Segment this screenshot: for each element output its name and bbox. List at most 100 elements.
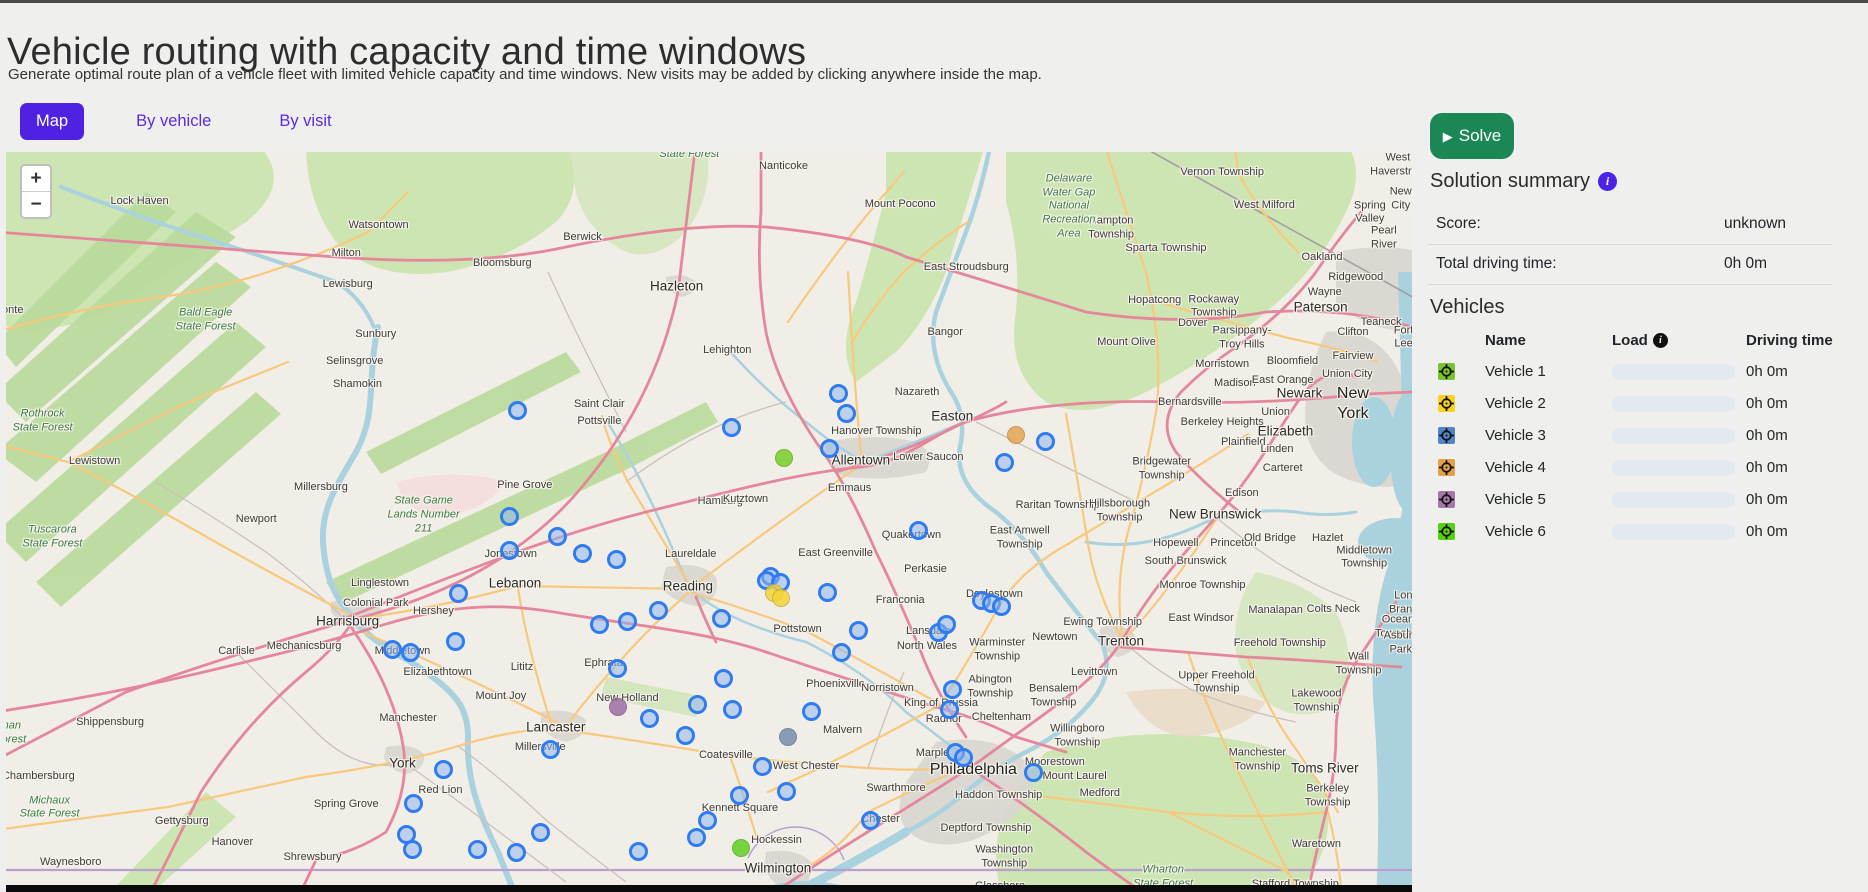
visit-marker[interactable]: [541, 740, 560, 759]
total-driving-time-label: Total driving time:: [1436, 255, 1557, 273]
visit-marker[interactable]: [909, 521, 928, 540]
visit-marker[interactable]: [722, 418, 741, 437]
vehicles-title: Vehicles: [1430, 296, 1505, 319]
visit-marker[interactable]: [676, 726, 695, 745]
tab-by-vehicle[interactable]: By vehicle: [120, 103, 227, 140]
visit-marker[interactable]: [992, 597, 1011, 616]
vehicle-name: Vehicle 3: [1485, 427, 1546, 444]
vehicle-crosshair-icon: [1438, 395, 1455, 412]
visit-marker[interactable]: [548, 527, 567, 546]
visit-marker[interactable]: [777, 782, 796, 801]
visit-marker[interactable]: [434, 760, 453, 779]
visit-marker[interactable]: [820, 439, 839, 458]
tab-map[interactable]: Map: [20, 103, 84, 140]
vehicle-row: Vehicle 4 0h 0m: [1428, 452, 1838, 484]
solve-button[interactable]: ▶ Solve: [1430, 113, 1514, 159]
visit-marker[interactable]: [618, 612, 637, 631]
visit-marker[interactable]: [723, 700, 742, 719]
visit-marker[interactable]: [730, 786, 749, 805]
col-name: Name: [1485, 332, 1526, 349]
visit-marker[interactable]: [818, 583, 837, 602]
vehicle-row: Vehicle 1 0h 0m: [1428, 356, 1838, 388]
visit-marker[interactable]: [507, 843, 526, 862]
visit-marker[interactable]: [940, 700, 959, 719]
window-top-edge: [0, 0, 1868, 3]
visit-marker[interactable]: [640, 709, 659, 728]
info-icon[interactable]: i: [1598, 172, 1617, 191]
col-load: Loadi: [1612, 332, 1668, 349]
map-canvas[interactable]: Lock HavenWatsontownMiltonLewisburgBloom…: [6, 152, 1412, 892]
visit-marker[interactable]: [832, 643, 851, 662]
zoom-in-button[interactable]: +: [22, 166, 50, 192]
visit-marker[interactable]: [508, 401, 527, 420]
vehicle-driving-time: 0h 0m: [1746, 491, 1788, 508]
vehicle-home-marker[interactable]: [732, 839, 750, 857]
visit-marker[interactable]: [1036, 432, 1055, 451]
vehicle-load-bar: [1612, 364, 1735, 380]
vehicle-load-bar: [1612, 428, 1735, 444]
vehicle-driving-time: 0h 0m: [1746, 395, 1788, 412]
vehicle-load-bar: [1612, 460, 1735, 476]
visit-marker[interactable]: [837, 404, 856, 423]
vehicle-crosshair-icon: [1438, 491, 1455, 508]
visit-marker[interactable]: [573, 544, 592, 563]
visit-marker[interactable]: [629, 842, 648, 861]
vehicle-crosshair-icon: [1438, 427, 1455, 444]
score-value: unknown: [1724, 215, 1786, 233]
visit-marker[interactable]: [590, 615, 609, 634]
visit-marker[interactable]: [943, 680, 962, 699]
visit-marker[interactable]: [687, 828, 706, 847]
vehicle-row: Vehicle 2 0h 0m: [1428, 388, 1838, 420]
tab-by-visit[interactable]: By visit: [263, 103, 347, 140]
play-icon: ▶: [1443, 130, 1453, 143]
visit-marker[interactable]: [608, 659, 627, 678]
vehicle-home-marker[interactable]: [772, 589, 790, 607]
visit-marker[interactable]: [401, 643, 420, 662]
visit-marker[interactable]: [688, 695, 707, 714]
vehicle-crosshair-icon: [1438, 459, 1455, 476]
solution-summary-title: Solution summary: [1430, 170, 1590, 193]
vehicle-home-marker[interactable]: [1007, 426, 1025, 444]
visit-marker[interactable]: [383, 640, 402, 659]
visit-marker[interactable]: [995, 453, 1014, 472]
visit-marker[interactable]: [468, 840, 487, 859]
solution-summary-heading: Solution summary i: [1430, 170, 1617, 193]
solve-button-label: Solve: [1459, 126, 1502, 146]
load-info-icon[interactable]: i: [1653, 333, 1668, 348]
vehicle-name: Vehicle 2: [1485, 395, 1546, 412]
visit-marker[interactable]: [937, 615, 956, 634]
vehicle-crosshair-icon: [1438, 363, 1455, 380]
visit-marker[interactable]: [802, 702, 821, 721]
visit-marker[interactable]: [829, 384, 848, 403]
visit-marker[interactable]: [500, 541, 519, 560]
visit-marker[interactable]: [449, 584, 468, 603]
vehicle-home-marker[interactable]: [775, 449, 793, 467]
vehicle-crosshair-icon: [1438, 523, 1455, 540]
visit-marker[interactable]: [714, 669, 733, 688]
visit-marker[interactable]: [531, 823, 550, 842]
visit-marker[interactable]: [446, 632, 465, 651]
vehicle-driving-time: 0h 0m: [1746, 363, 1788, 380]
vehicle-home-marker[interactable]: [779, 728, 797, 746]
visit-marker[interactable]: [500, 507, 519, 526]
vehicle-name: Vehicle 4: [1485, 459, 1546, 476]
visit-marker[interactable]: [861, 811, 880, 830]
vehicle-row: Vehicle 3 0h 0m: [1428, 420, 1838, 452]
visit-marker[interactable]: [607, 550, 626, 569]
visit-marker[interactable]: [403, 840, 422, 859]
visit-marker[interactable]: [712, 609, 731, 628]
visit-marker[interactable]: [849, 621, 868, 640]
visit-marker[interactable]: [649, 601, 668, 620]
visit-marker[interactable]: [753, 757, 772, 776]
zoom-out-button[interactable]: −: [22, 192, 50, 217]
tab-bar: Map By vehicle By visit: [20, 103, 348, 140]
visit-marker[interactable]: [404, 794, 423, 813]
score-label: Score:: [1436, 215, 1481, 233]
vehicle-name: Vehicle 5: [1485, 491, 1546, 508]
vehicle-load-bar: [1612, 396, 1735, 412]
vehicle-home-marker[interactable]: [609, 698, 627, 716]
visit-marker[interactable]: [698, 811, 717, 830]
col-driving-time: Driving time: [1746, 332, 1833, 349]
visit-marker[interactable]: [954, 748, 973, 767]
visit-marker[interactable]: [1024, 763, 1043, 782]
